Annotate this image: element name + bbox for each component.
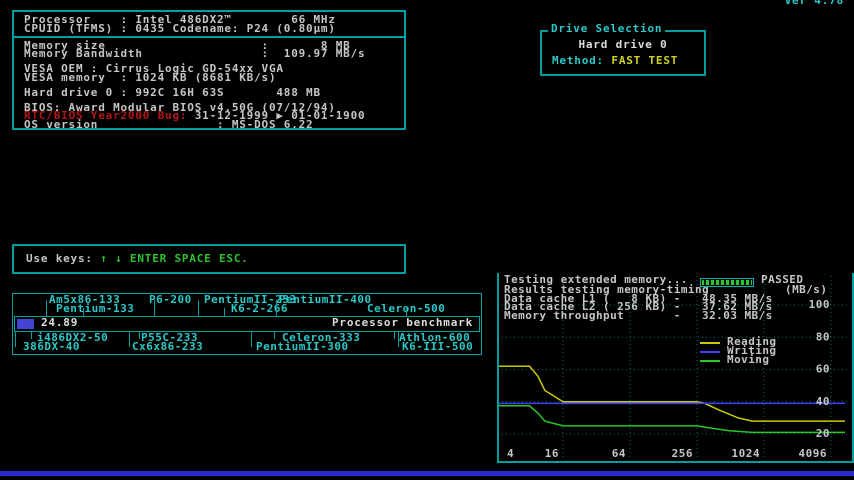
legend-item: Moving — [700, 356, 777, 365]
benchmark-gauge-title: Processor benchmark — [332, 319, 473, 328]
method-value: FAST TEST — [611, 54, 678, 67]
y-tick-label: 80 — [816, 330, 830, 343]
version-label: Ver 4.78 — [785, 0, 844, 6]
chart-legend: ReadingWritingMoving — [700, 338, 777, 365]
key-hints-prefix: Use keys: — [26, 252, 100, 265]
y-tick-label: 20 — [816, 427, 830, 440]
benchmark-score-value: 24.89 — [41, 319, 78, 328]
benchmark-tick-line — [154, 300, 155, 316]
benchmark-cpu-label: P6-200 — [149, 296, 192, 305]
vesa-memory-line: VESA memory : 1024 KB (8681 KB/s) — [24, 74, 404, 83]
benchmark-cpu-label: K6-III-500 — [402, 343, 473, 352]
key-hints-keys: ↑ ↓ ENTER SPACE ESC. — [100, 252, 248, 265]
benchmark-tick-line — [198, 300, 199, 316]
benchmark-tick-line — [129, 332, 130, 347]
legend-swatch-writing — [700, 351, 720, 353]
benchmark-tick-line — [394, 332, 395, 339]
y-tick-label: 60 — [816, 363, 830, 376]
x-tick-label: 64 — [612, 447, 626, 460]
system-info-panel: Processor : Intel 486DX2™ 66 MHz CPUID (… — [12, 10, 406, 130]
benchmark-cpu-label: PentiumII-400 — [279, 296, 372, 305]
key-hints-panel: Use keys: ↑ ↓ ENTER SPACE ESC. — [12, 244, 406, 274]
benchmark-gauge: 24.89 Processor benchmark — [14, 316, 480, 332]
legend-swatch-moving — [700, 360, 720, 362]
benchmark-tick-line — [83, 308, 84, 316]
hard-drive-line: Hard drive 0 : 992C 16H 63S 488 MB — [24, 89, 404, 98]
method-label: Method: — [552, 54, 611, 67]
benchmark-tick-line — [251, 332, 252, 347]
drive-selection-item[interactable]: Hard drive 0 — [542, 41, 704, 50]
benchmark-score-bar — [17, 319, 34, 329]
memtest-throughput-result: Memory throughput - 32.03 MB/s — [504, 312, 773, 321]
benchmark-cpu-label: Cx6x86-233 — [132, 343, 203, 352]
benchmark-tick-line — [15, 332, 16, 347]
drive-selection-panel: Drive Selection Hard drive 0 Method: FAS… — [540, 30, 706, 76]
info-divider — [14, 36, 404, 38]
bottom-blue-strip — [0, 471, 854, 476]
benchmark-tick-line — [31, 332, 32, 339]
drive-method-item[interactable]: Method: FAST TEST — [552, 57, 678, 66]
benchmark-cpu-label: 386DX-40 — [23, 343, 80, 352]
benchmark-tick-line — [406, 308, 407, 316]
x-tick-label: 1024 — [732, 447, 761, 460]
benchmark-tick-line — [139, 332, 140, 339]
benchmark-tick-line — [224, 308, 225, 316]
benchmark-tick-line — [274, 332, 275, 339]
cpuid-line: CPUID (TFMS) : 0435 Codename: P24 (0.80µ… — [24, 25, 404, 34]
y-tick-label: 100 — [809, 298, 830, 311]
speedsys-screen: Ver 4.78 Processor : Intel 486DX2™ 66 MH… — [0, 0, 854, 480]
series-reading — [499, 366, 845, 421]
legend-label: Moving — [727, 356, 769, 365]
series-moving — [499, 406, 845, 433]
chart-unit-label: (MB/s) — [785, 286, 827, 295]
x-tick-label: 256 — [672, 447, 693, 460]
benchmark-tick-line — [46, 300, 47, 316]
x-tick-label: 16 — [545, 447, 559, 460]
memory-bandwidth-line: Memory Bandwidth : 109.97 MB/s — [24, 50, 404, 59]
benchmark-tick-line — [276, 300, 277, 316]
os-version-line: OS version : MS-DOS 6.22 — [24, 121, 404, 130]
y-tick-label: 40 — [816, 395, 830, 408]
drive-selection-title: Drive Selection — [548, 25, 665, 34]
x-tick-label: 4096 — [799, 447, 828, 460]
legend-swatch-reading — [700, 342, 720, 344]
benchmark-cpu-label: K6-2-266 — [231, 305, 288, 314]
benchmark-tick-line — [398, 332, 399, 347]
processor-benchmark-panel: 24.89 Processor benchmark Am5x86-133P6-2… — [12, 293, 482, 355]
x-tick-label: 4 — [507, 447, 514, 460]
benchmark-cpu-label: Pentium-133 — [56, 305, 134, 314]
benchmark-cpu-label: PentiumII-300 — [256, 343, 349, 352]
